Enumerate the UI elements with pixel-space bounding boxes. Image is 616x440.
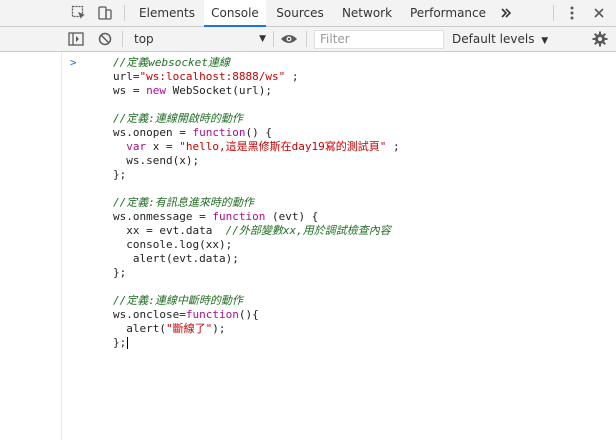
code-string: "hello,這是黑修斯在day19寫的測試頁" [179,140,387,153]
code-text: ; [386,140,400,153]
code-line: ws.send(x); [113,154,400,168]
code-line: console.log(xx); [113,238,400,252]
code-line: //定義:連線中斷時的動作 [113,294,400,308]
code-keyword: function [212,210,266,223]
devtools-tab-bar: Elements Console Sources Network Perform… [0,0,616,27]
code-text: (evt) { [265,210,319,223]
code-line: alert("斷線了"); [113,322,400,336]
code-text: }; [113,336,127,349]
device-toolbar-icon[interactable] [96,4,114,22]
console-input-editor[interactable]: //定義websocket連線 url="ws:localhost:8888/ws… [113,56,400,350]
live-expression-eye-icon[interactable] [280,30,298,48]
code-line: }; [113,336,400,350]
inspect-element-icon[interactable] [70,4,88,22]
code-text: ws.onmessage = [113,210,213,223]
code-text: ws.onclose= [113,308,186,321]
triangle-down-icon: ▼ [259,34,266,44]
code-comment: //定義:連線中斷時的動作 [113,294,243,307]
code-line: ws.onopen = function() { [113,126,400,140]
code-line: alert(evt.data); [113,252,400,266]
code-text: url= [113,70,140,83]
gear-icon[interactable] [591,30,609,48]
code-text: WebSocket(url); [166,84,272,97]
code-string: "斷線了" [165,322,213,335]
toolbar-separator [122,31,123,47]
code-text: ws = [113,84,147,97]
code-line: ws.onclose=function(){ [113,308,400,322]
triangle-down-icon: ▼ [541,36,549,46]
code-text: ws.onopen = [113,126,193,139]
toolbar-separator [306,31,307,47]
code-text: ); [212,322,226,335]
code-comment: //定義:有訊息進來時的動作 [113,196,254,209]
tab-sources[interactable]: Sources [271,0,329,26]
tab-console[interactable]: Console [204,0,266,27]
code-comment: //外部變數xx,用於調試檢查內容 [225,224,391,237]
code-line: ws = new WebSocket(url); [113,84,400,98]
code-line: var x = "hello,這是黑修斯在day19寫的測試頁" ; [113,140,400,154]
code-text: x = [146,140,180,153]
log-levels-label: Default levels [452,32,535,46]
context-selector-value: top [134,32,154,46]
code-text: xx = evt.data [113,224,226,237]
code-text: }; [113,168,127,181]
code-keyword: function [192,126,246,139]
console-toolbar: top ▼ Filter Default levels ▼ [0,27,616,52]
filter-input[interactable]: Filter [314,30,444,49]
console-prompt: > [70,56,77,69]
code-comment: //定義websocket連線 [113,56,230,69]
code-text: alert( [113,322,166,335]
code-text: (){ [238,308,259,321]
code-keyword: var [126,140,147,153]
tab-performance[interactable]: Performance [405,0,491,26]
tab-separator [124,5,125,21]
code-line: url="ws:localhost:8888/ws" ; [113,70,400,84]
log-levels-dropdown[interactable]: Default levels ▼ [452,29,548,49]
code-text: ws.send(x); [113,154,200,167]
code-string: "ws:localhost:8888/ws" [139,70,286,83]
code-line: }; [113,168,400,182]
text-cursor [127,337,129,349]
context-selector[interactable]: top ▼ [128,29,270,49]
double-chevron-icon[interactable] [497,4,515,22]
code-text: ; [285,70,299,83]
console-sidebar-icon[interactable] [67,30,85,48]
console-gutter [0,52,62,440]
code-line: //定義websocket連線 [113,56,400,70]
code-text: }; [113,266,127,279]
close-icon[interactable] [590,4,608,22]
code-line: xx = evt.data //外部變數xx,用於調試檢查內容 [113,224,400,238]
code-line: //定義:有訊息進來時的動作 [113,196,400,210]
code-comment: //定義:連線開啟時的動作 [113,112,243,125]
toolbar-separator [273,31,274,47]
code-line: }; [113,266,400,280]
code-text: alert(evt.data); [113,252,239,265]
code-line: ws.onmessage = function (evt) { [113,210,400,224]
kebab-menu-icon[interactable] [563,4,581,22]
tab-network[interactable]: Network [336,0,398,26]
clear-console-icon[interactable] [96,30,114,48]
code-keyword: new [146,84,166,97]
code-text: console.log(xx); [113,238,233,251]
code-text: () { [245,126,272,139]
tab-separator [553,5,554,21]
tab-elements[interactable]: Elements [133,0,201,26]
code-line: //定義:連線開啟時的動作 [113,112,400,126]
code-keyword: function [185,308,239,321]
